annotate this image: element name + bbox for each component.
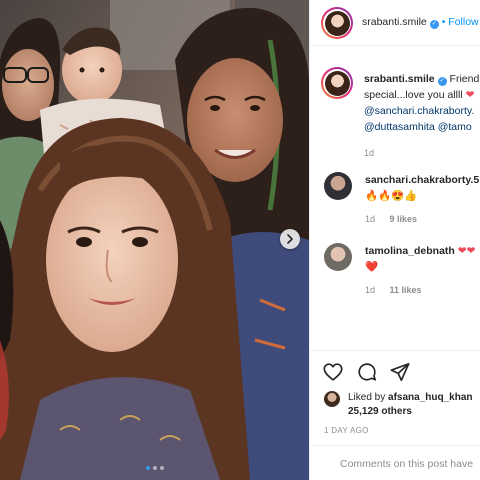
verified-badge-icon: ✓	[429, 20, 439, 29]
heart-emoji-icon: ❤❤	[457, 245, 476, 257]
caption-mention[interactable]: @tamo	[438, 121, 472, 133]
carousel-next-button[interactable]	[280, 229, 300, 249]
verified-badge-icon: ✓	[437, 77, 447, 86]
heart-icon[interactable]	[322, 361, 344, 383]
comment-likes[interactable]: 9 likes	[390, 214, 418, 224]
author-avatar[interactable]	[321, 7, 353, 39]
liked-by-user[interactable]: afsana_huq_khan	[388, 392, 472, 403]
liked-by-count[interactable]: 25,129 others	[348, 406, 412, 417]
comment-text: 🔥🔥😍👍	[365, 190, 418, 202]
post-time-ago: 1 DAY AGO	[324, 426, 369, 435]
comment-likes[interactable]: 11 likes	[390, 285, 422, 295]
carousel-indicator	[0, 466, 309, 470]
commenter-username[interactable]: tamolina_debnath	[365, 245, 455, 257]
instagram-post: srabanti.smile ✓ • Follow srabanti.smile ✓…	[0, 0, 480, 480]
selfie-photo-illustration	[0, 0, 309, 480]
post-header: srabanti.smile ✓ • Follow	[310, 0, 480, 46]
carousel-dot	[159, 466, 164, 470]
comment-input[interactable]	[340, 454, 480, 474]
post-photo[interactable]	[0, 0, 309, 480]
post-sidebar: srabanti.smile ✓ • Follow srabanti.smile ✓…	[309, 0, 480, 480]
follow-button[interactable]: • Follow	[442, 16, 479, 28]
comment-icon[interactable]	[356, 361, 378, 383]
caption-mention[interactable]: @sanchari.chakraborty.	[364, 105, 474, 117]
caption-text-line2: special...love you allll	[364, 89, 463, 101]
carousel-dot-active	[145, 466, 150, 470]
liker-avatar[interactable]	[324, 391, 340, 407]
post-actions: Liked by afsana_huq_khan 25,129 others 1…	[310, 350, 480, 480]
comment-box	[310, 445, 480, 480]
commenter-avatar[interactable]	[324, 243, 352, 271]
post-caption: srabanti.smile ✓ Friend special...love yo…	[364, 71, 480, 161]
comment-meta: 1d 11 likes	[365, 285, 422, 295]
liked-by-prefix: Liked by	[348, 392, 386, 403]
comment-text: ❤️	[365, 261, 379, 273]
comment-time: 1d	[365, 285, 376, 295]
caption-author-avatar[interactable]	[321, 67, 353, 99]
caption-mention[interactable]: @duttasamhita	[364, 121, 435, 133]
comment-meta: 1d 9 likes	[365, 214, 417, 224]
commenter-avatar[interactable]	[324, 172, 352, 200]
caption-username[interactable]: srabanti.smile	[364, 73, 435, 85]
carousel-dot	[152, 466, 157, 470]
heart-emoji-icon: ❤	[465, 89, 475, 101]
paper-plane-icon[interactable]	[389, 361, 411, 383]
caption-text-line1: Friend	[449, 73, 480, 85]
author-username[interactable]: srabanti.smile	[362, 16, 427, 28]
comment-time: 1d	[365, 214, 376, 224]
caption-time: 1d	[364, 148, 375, 158]
author-row: srabanti.smile ✓ • Follow	[362, 16, 479, 29]
chevron-right-icon	[287, 234, 293, 244]
commenter-username[interactable]: sanchari.chakraborty.5	[365, 174, 479, 186]
